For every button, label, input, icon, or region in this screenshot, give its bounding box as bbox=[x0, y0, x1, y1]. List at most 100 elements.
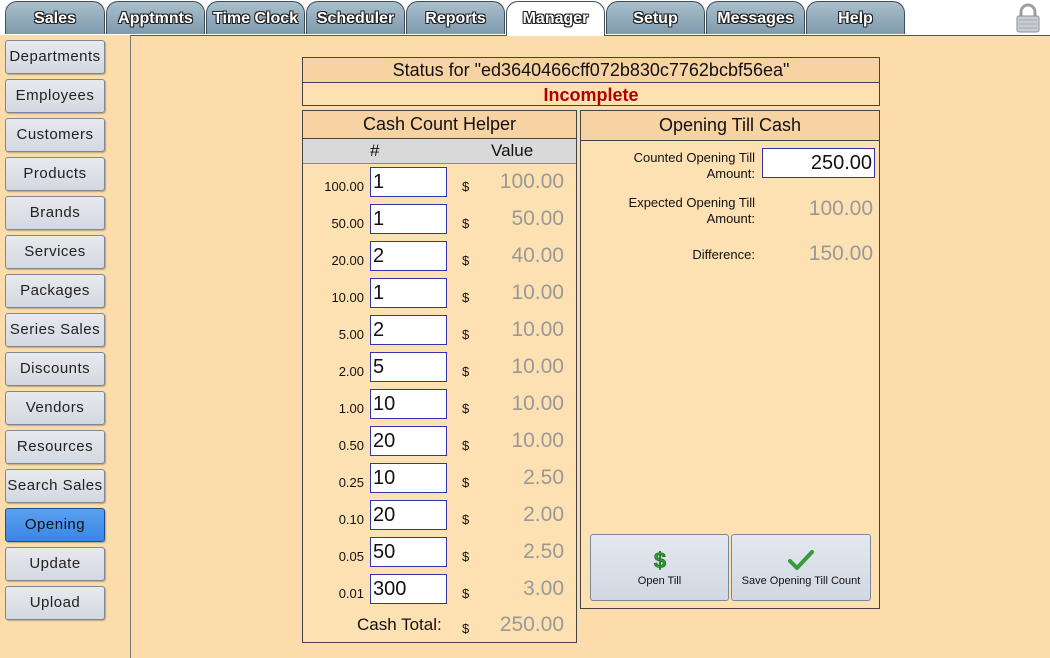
sidebar-item-services[interactable]: Services bbox=[5, 235, 105, 269]
denomination-label: 0.05 bbox=[338, 549, 364, 564]
denomination-row: 50.00 $50.00 bbox=[303, 204, 576, 241]
tab-label: Help bbox=[838, 10, 873, 27]
currency-symbol: $ bbox=[462, 438, 470, 453]
tab-setup[interactable]: Setup bbox=[606, 1, 705, 34]
tab-label: Sales bbox=[34, 10, 76, 27]
denomination-row: 5.00 $10.00 bbox=[303, 315, 576, 352]
denomination-row: 100.00 $100.00 bbox=[303, 167, 576, 204]
tab-label: Manager bbox=[522, 10, 589, 27]
open-till-button[interactable]: $ Open Till bbox=[590, 534, 729, 601]
currency-symbol: $ bbox=[462, 253, 470, 268]
denomination-row: 10.00 $10.00 bbox=[303, 278, 576, 315]
denomination-value: 10.00 bbox=[511, 355, 564, 378]
sidebar-item-upload[interactable]: Upload bbox=[5, 586, 105, 620]
denomination-count-input[interactable] bbox=[370, 500, 447, 530]
denomination-value: 50.00 bbox=[511, 207, 564, 230]
denomination-count-input[interactable] bbox=[370, 204, 447, 234]
currency-symbol: $ bbox=[462, 621, 470, 636]
sidebar: Departments Employees Customers Products… bbox=[0, 35, 131, 658]
denomination-label: 0.50 bbox=[338, 438, 364, 453]
difference-label: Difference: bbox=[692, 247, 755, 262]
difference-value: 150.00 bbox=[808, 242, 873, 265]
status-panel: Status for "ed3640466cff072b830c7762bcbf… bbox=[302, 57, 880, 106]
denomination-row: 0.10 $2.00 bbox=[303, 500, 576, 537]
counted-amount-input[interactable] bbox=[762, 148, 875, 178]
denomination-label: 1.00 bbox=[338, 401, 364, 416]
denomination-label: 2.00 bbox=[338, 364, 364, 379]
denomination-row: 0.25 $2.50 bbox=[303, 463, 576, 500]
sidebar-item-search-sales[interactable]: Search Sales bbox=[5, 469, 105, 503]
counted-amount-label: Counted Opening Till Amount: bbox=[633, 150, 755, 181]
tab-label: Setup bbox=[633, 10, 678, 27]
tab-messages[interactable]: Messages bbox=[706, 1, 805, 34]
save-opening-till-count-button[interactable]: Save Opening Till Count bbox=[731, 534, 871, 601]
denomination-label: 0.25 bbox=[338, 475, 364, 490]
sidebar-item-packages[interactable]: Packages bbox=[5, 274, 105, 308]
denomination-value: 2.00 bbox=[523, 503, 564, 526]
denomination-count-input[interactable] bbox=[370, 241, 447, 271]
denomination-value: 10.00 bbox=[511, 429, 564, 452]
sidebar-item-products[interactable]: Products bbox=[5, 157, 105, 191]
sidebar-item-customers[interactable]: Customers bbox=[5, 118, 105, 152]
tab-label: Scheduler bbox=[316, 10, 395, 27]
denomination-value: 2.50 bbox=[523, 540, 564, 563]
tab-scheduler[interactable]: Scheduler bbox=[306, 1, 405, 34]
tab-label: Messages bbox=[717, 10, 794, 27]
denomination-count-input[interactable] bbox=[370, 167, 447, 197]
denomination-count-input[interactable] bbox=[370, 315, 447, 345]
cash-helper-header: # Value bbox=[303, 139, 576, 164]
svg-text:$: $ bbox=[653, 549, 665, 571]
sidebar-item-brands[interactable]: Brands bbox=[5, 196, 105, 230]
denomination-count-input[interactable] bbox=[370, 278, 447, 308]
tab-manager[interactable]: Manager bbox=[506, 1, 605, 36]
lock-icon[interactable] bbox=[1014, 3, 1042, 33]
open-till-label: Open Till bbox=[637, 575, 682, 587]
currency-symbol: $ bbox=[462, 512, 470, 527]
denomination-row: 20.00 $40.00 bbox=[303, 241, 576, 278]
denomination-count-input[interactable] bbox=[370, 574, 447, 604]
currency-symbol: $ bbox=[462, 549, 470, 564]
denomination-value: 10.00 bbox=[511, 392, 564, 415]
tab-apptmnts[interactable]: Apptmnts bbox=[106, 1, 205, 34]
dollar-icon: $ bbox=[653, 549, 666, 571]
tab-label: Reports bbox=[425, 10, 486, 27]
currency-symbol: $ bbox=[462, 475, 470, 490]
denomination-label: 10.00 bbox=[331, 290, 364, 305]
denomination-value: 3.00 bbox=[523, 577, 564, 600]
denomination-count-input[interactable] bbox=[370, 426, 447, 456]
status-title: Status for "ed3640466cff072b830c7762bcbf… bbox=[303, 58, 879, 83]
denomination-value: 100.00 bbox=[499, 170, 564, 193]
denomination-label: 0.10 bbox=[338, 512, 364, 527]
checkmark-icon bbox=[788, 550, 814, 570]
sidebar-item-opening[interactable]: Opening bbox=[5, 508, 105, 542]
save-opening-till-count-label: Save Opening Till Count bbox=[741, 575, 861, 587]
top-nav-bar: Sales Apptmnts Time Clock Scheduler Repo… bbox=[0, 0, 1050, 36]
expected-amount-value: 100.00 bbox=[808, 197, 873, 220]
sidebar-item-departments[interactable]: Departments bbox=[5, 40, 105, 74]
denomination-count-input[interactable] bbox=[370, 537, 447, 567]
tab-help[interactable]: Help bbox=[806, 1, 905, 34]
cash-total-value: 250.00 bbox=[499, 613, 564, 636]
sidebar-item-series-sales[interactable]: Series Sales bbox=[5, 313, 105, 347]
denomination-count-input[interactable] bbox=[370, 352, 447, 382]
tab-time-clock[interactable]: Time Clock bbox=[206, 1, 305, 34]
denomination-row: 0.50 $10.00 bbox=[303, 426, 576, 463]
sidebar-item-employees[interactable]: Employees bbox=[5, 79, 105, 113]
cash-count-helper-panel: Cash Count Helper # Value 100.00 $100.00 5… bbox=[302, 110, 577, 643]
sidebar-item-resources[interactable]: Resources bbox=[5, 430, 105, 464]
denomination-value: 2.50 bbox=[523, 466, 564, 489]
sidebar-item-update[interactable]: Update bbox=[5, 547, 105, 581]
denomination-label: 0.01 bbox=[338, 586, 364, 601]
sidebar-item-discounts[interactable]: Discounts bbox=[5, 352, 105, 386]
denomination-count-input[interactable] bbox=[370, 463, 447, 493]
tab-reports[interactable]: Reports bbox=[406, 1, 505, 34]
denomination-label: 50.00 bbox=[331, 216, 364, 231]
sidebar-item-vendors[interactable]: Vendors bbox=[5, 391, 105, 425]
cash-helper-title: Cash Count Helper bbox=[303, 111, 576, 139]
denomination-label: 20.00 bbox=[331, 253, 364, 268]
tab-sales[interactable]: Sales bbox=[5, 1, 105, 34]
value-column-header: Value bbox=[491, 141, 534, 160]
currency-symbol: $ bbox=[462, 364, 470, 379]
denomination-count-input[interactable] bbox=[370, 389, 447, 419]
opening-till-title: Opening Till Cash bbox=[581, 111, 879, 141]
